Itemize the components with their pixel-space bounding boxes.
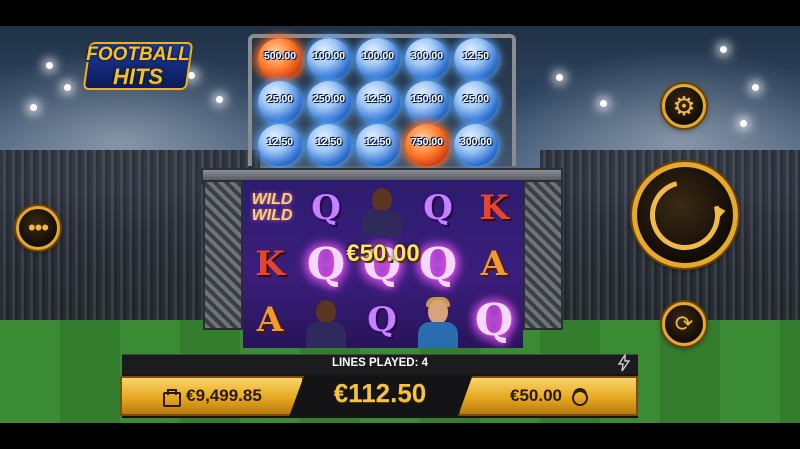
ice-ball-prize: 12.50 [354, 81, 402, 123]
ball-prize-value: 250.00 [312, 93, 346, 105]
ice-ball-prize: 12.50 [305, 124, 353, 166]
ball-prize-value: 300.00 [459, 136, 493, 148]
more-dots-icon: ••• [27, 215, 49, 240]
fire-ball-prize: 750.00 [403, 124, 451, 166]
symbol-k: K [479, 188, 509, 228]
logo-line2: HITS [112, 64, 164, 89]
symbol-q: Q [367, 300, 397, 340]
bet-selector[interactable]: €50.00 [458, 376, 638, 416]
floodlight [740, 120, 747, 127]
autoplay-icon: ⟳ [674, 311, 694, 336]
top-letterbox [0, 0, 800, 26]
floodlight [30, 104, 37, 111]
ball-prize-value: 25.00 [462, 93, 490, 105]
symbol-q: Q [423, 188, 453, 228]
ball-prize-value: 500.00 [263, 50, 297, 62]
fire-ball-prize: 500.00 [256, 38, 304, 80]
ice-ball-prize: 25.00 [256, 81, 304, 123]
ice-ball-prize: 300.00 [403, 38, 451, 80]
floodlight [216, 96, 223, 103]
ball-prize-value: 750.00 [410, 136, 444, 148]
wild-text: WILD [251, 207, 293, 224]
ball-prize-value: 12.50 [266, 136, 294, 148]
floodlight [556, 74, 563, 81]
ball-prize-value: 100.00 [361, 50, 395, 62]
bottom-letterbox [0, 423, 800, 449]
ice-ball-prize: 100.00 [305, 38, 353, 80]
wallet-icon [162, 388, 182, 407]
reel-frame-pillar-right [523, 180, 563, 330]
floodlight [752, 84, 759, 91]
ice-ball-prize: 100.00 [354, 38, 402, 80]
bet-value: €50.00 [510, 386, 562, 405]
symbol-q: Q [311, 188, 341, 228]
autoplay-button[interactable]: ⟳ [662, 302, 706, 346]
floodlight [600, 100, 607, 107]
symbol-a: A [256, 300, 284, 340]
player-symbol [301, 294, 351, 348]
player-symbol [357, 182, 407, 236]
ice-ball-prize: 12.50 [354, 124, 402, 166]
ball-prize-value: 12.50 [315, 136, 343, 148]
floodlight [64, 84, 71, 91]
reel-frame-pillar-left [203, 180, 243, 330]
symbol-k: K [255, 244, 285, 284]
floodlight [720, 46, 727, 53]
total-win-value: €112.50 [333, 378, 427, 408]
ball-prize-value: 12.50 [364, 93, 392, 105]
lines-played-label: LINES PLAYED: 4 [331, 357, 429, 369]
line-win-amount: €50.00 [346, 240, 420, 267]
ball-prize-value: 150.00 [410, 93, 444, 105]
balance-value: €9,499.85 [186, 386, 262, 405]
settings-button[interactable]: ⚙ [662, 84, 706, 128]
ice-ball-prize: 300.00 [452, 124, 500, 166]
spin-button[interactable] [632, 162, 738, 268]
ice-ball-prize: 12.50 [256, 124, 304, 166]
gear-icon: ⚙ [672, 90, 696, 121]
player-symbol [413, 294, 463, 348]
coins-icon [570, 388, 588, 406]
menu-button[interactable]: ••• [16, 206, 60, 250]
game-logo: FOOTBALL HITS [82, 40, 194, 92]
balance-display[interactable]: €9,499.85 [120, 376, 304, 416]
turbo-bolt-icon[interactable] [616, 354, 632, 372]
ice-ball-prize: 25.00 [452, 81, 500, 123]
ice-ball-prize: 150.00 [403, 81, 451, 123]
ball-prize-value: 12.50 [462, 50, 490, 62]
ball-prize-value: 12.50 [364, 136, 392, 148]
ball-prize-value: 100.00 [312, 50, 346, 62]
symbol-a: A [480, 244, 508, 284]
floodlight [46, 62, 53, 69]
ice-ball-prize: 250.00 [305, 81, 353, 123]
spin-arrow-icon [637, 167, 733, 263]
ice-ball-prize: 12.50 [452, 38, 500, 80]
wild-symbol: WILD WILD [245, 180, 299, 236]
wild-text: WILD [251, 191, 293, 208]
ball-prize-value: 25.00 [266, 93, 294, 105]
symbol-q-winning: Q [474, 294, 514, 346]
ball-prize-value: 300.00 [410, 50, 444, 62]
logo-line1: FOOTBALL [86, 44, 190, 65]
